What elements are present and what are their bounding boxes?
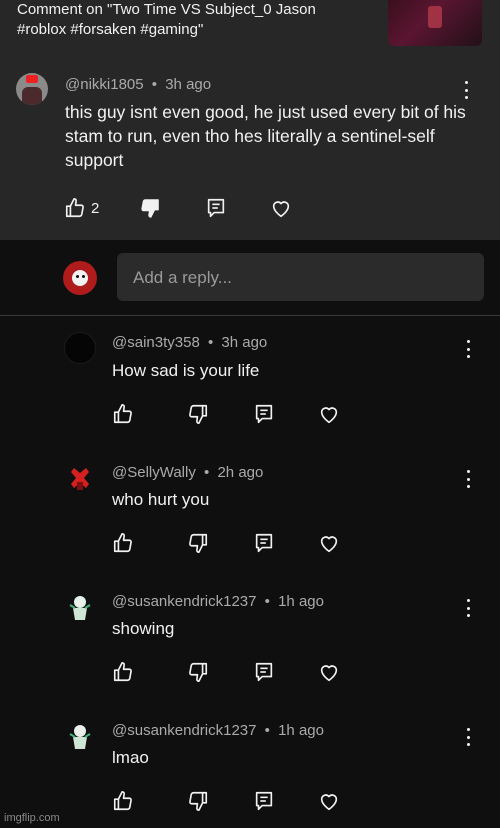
avatar-eye-left: [76, 275, 79, 278]
reply-icon[interactable]: [253, 790, 275, 812]
reply-time: 1h ago: [278, 722, 324, 739]
avatar[interactable]: [64, 332, 96, 364]
more-options-icon[interactable]: [463, 599, 473, 617]
like-count: 2: [91, 200, 100, 217]
ghost-figure-icon: [69, 725, 91, 749]
meta-separator: •: [207, 334, 214, 351]
highlighted-comment-card: Comment on "Two Time VS Subject_0 Jason …: [0, 0, 500, 240]
avatar-eye-right: [82, 275, 85, 278]
reply-author[interactable]: @SellyWally: [112, 464, 196, 481]
heart-icon[interactable]: [318, 532, 340, 554]
reply-text: How sad is your life: [112, 361, 260, 380]
reply-icon[interactable]: [253, 403, 275, 425]
reply-meta: @susankendrick1237 • 1h ago: [112, 722, 324, 739]
video-title-line-1: Comment on "Two Time VS Subject_0 Jason: [17, 1, 316, 18]
reply-icon[interactable]: [205, 197, 227, 219]
avatar[interactable]: [64, 720, 96, 752]
reply-text: who hurt you: [112, 490, 210, 509]
dislike-icon[interactable]: [187, 403, 209, 425]
dislike-icon[interactable]: [187, 532, 209, 554]
reply-text: showing: [112, 619, 175, 638]
video-title-line-2: #roblox #forsaken #gaming": [17, 21, 204, 38]
reply-meta: @sain3ty358 • 3h ago: [112, 334, 267, 351]
dislike-icon[interactable]: [187, 790, 209, 812]
reply-time: 3h ago: [221, 334, 268, 351]
reply-meta: @susankendrick1237 • 1h ago: [112, 593, 324, 610]
comment-author[interactable]: @nikki1805: [65, 76, 144, 93]
more-options-icon[interactable]: [463, 470, 473, 488]
heart-icon[interactable]: [318, 403, 340, 425]
comment-text: this guy isnt even good, he just used ev…: [65, 102, 466, 170]
reply-author[interactable]: @sain3ty358: [112, 334, 200, 351]
reply-meta: @SellyWally • 2h ago: [112, 464, 263, 481]
avatar-figure: [22, 87, 42, 105]
heart-icon[interactable]: [318, 661, 340, 683]
avatar[interactable]: [64, 462, 96, 494]
avatar-face: [72, 270, 88, 286]
avatar[interactable]: [64, 591, 96, 623]
more-options-icon[interactable]: [463, 340, 473, 358]
dislike-icon[interactable]: [187, 661, 209, 683]
video-thumbnail[interactable]: [388, 0, 482, 46]
ghost-figure-icon: [69, 596, 91, 620]
reply-time: 1h ago: [278, 593, 324, 610]
reply-time: 2h ago: [217, 464, 264, 481]
reply-author[interactable]: @susankendrick1237: [112, 593, 256, 610]
like-icon[interactable]: [112, 403, 134, 425]
reply-icon[interactable]: [253, 532, 275, 554]
red-figure-icon: [71, 468, 89, 490]
video-title[interactable]: Comment on "Two Time VS Subject_0 Jason …: [17, 0, 377, 40]
reply-icon[interactable]: [253, 661, 275, 683]
like-icon[interactable]: [64, 197, 86, 219]
current-user-avatar: [63, 261, 97, 295]
meta-separator: •: [264, 722, 270, 739]
reply-text: lmao: [112, 748, 149, 767]
more-options-icon[interactable]: [461, 81, 471, 99]
dislike-icon[interactable]: [139, 197, 161, 219]
like-icon[interactable]: [112, 661, 134, 683]
heart-icon[interactable]: [318, 790, 340, 812]
meta-separator: •: [151, 76, 158, 93]
heart-icon[interactable]: [270, 197, 292, 219]
like-icon[interactable]: [112, 532, 134, 554]
avatar[interactable]: [16, 73, 48, 105]
youtube-logo-icon: [26, 75, 38, 83]
comment-meta: @nikki1805 • 3h ago: [65, 76, 211, 93]
comment-time: 3h ago: [165, 76, 212, 93]
imgflip-watermark: imgflip.com: [4, 812, 60, 824]
reply-input[interactable]: Add a reply...: [117, 253, 484, 301]
more-options-icon[interactable]: [463, 728, 473, 746]
meta-separator: •: [204, 464, 210, 481]
meta-separator: •: [264, 593, 270, 610]
like-icon[interactable]: [112, 790, 134, 812]
divider: [0, 315, 500, 316]
reply-author[interactable]: @susankendrick1237: [112, 722, 256, 739]
